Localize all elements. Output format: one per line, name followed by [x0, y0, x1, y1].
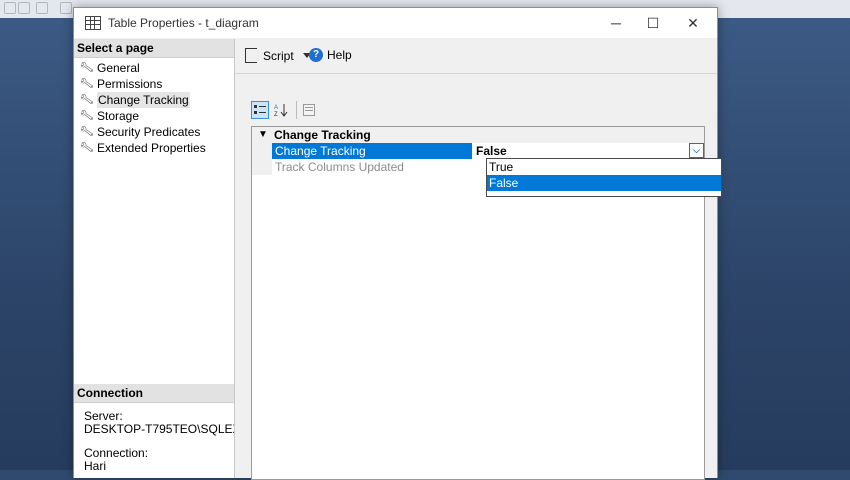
alphabetical-view-button[interactable]: A Z	[272, 101, 290, 119]
toolbar-glyph-icon	[4, 2, 16, 14]
wrench-icon: 🔧︎	[79, 60, 95, 75]
categorized-view-button[interactable]	[251, 101, 269, 119]
page-item-change-tracking[interactable]: 🔧︎ Change Tracking	[74, 92, 234, 108]
connection-header: Connection	[74, 384, 234, 403]
property-value-field[interactable]: False ⌵	[472, 143, 704, 159]
chevron-down-icon[interactable]: ▼	[252, 127, 274, 143]
background-area	[716, 18, 850, 470]
dropdown-chevron-icon[interactable]: ⌵	[689, 143, 704, 158]
page-item-label: Change Tracking	[97, 92, 190, 108]
dropdown-option-true[interactable]: True	[487, 159, 721, 175]
property-value: False	[476, 144, 507, 158]
dialog-toolbar: Script ? Help	[235, 39, 717, 74]
page-item-permissions[interactable]: 🔧︎ Permissions	[74, 76, 234, 92]
close-button[interactable]: ✕	[673, 12, 713, 34]
toolbar-divider	[296, 101, 297, 119]
wrench-icon: 🔧︎	[79, 124, 95, 139]
property-pages-button[interactable]	[300, 101, 318, 119]
page-item-label: Extended Properties	[97, 141, 206, 155]
left-pane: Select a page 🔧︎ General 🔧︎ Permissions …	[74, 39, 235, 478]
page-list: 🔧︎ General 🔧︎ Permissions 🔧︎ Change Trac…	[74, 60, 234, 156]
background-area	[0, 18, 73, 470]
table-properties-dialog: Table Properties - t_diagram ─ ☐ ✕ Selec…	[73, 7, 722, 480]
page-item-label: Storage	[97, 109, 140, 123]
property-grid: ▼ Change Tracking Change Tracking False …	[251, 126, 722, 480]
maximize-button[interactable]: ☐	[633, 12, 673, 34]
property-name: Change Tracking	[272, 143, 472, 159]
sort-alpha-icon: A Z	[274, 104, 288, 117]
property-name: Track Columns Updated	[275, 160, 404, 174]
page-item-extended-properties[interactable]: 🔧︎ Extended Properties	[74, 140, 234, 156]
categorized-icon	[254, 105, 266, 114]
property-pages-icon	[303, 104, 315, 116]
connection-details: Server: DESKTOP-T795TEO\SQLEXPRE Connect…	[84, 410, 234, 473]
help-label: Help	[327, 48, 352, 62]
property-grid-toolbar: A Z	[251, 100, 321, 120]
wrench-icon: 🔧︎	[79, 76, 95, 91]
connection-section: Connection	[74, 384, 234, 403]
window-title: Table Properties - t_diagram	[108, 16, 259, 30]
script-icon	[245, 48, 257, 63]
page-item-label: Permissions	[97, 77, 163, 91]
help-icon: ?	[309, 48, 323, 62]
minimize-button[interactable]: ─	[596, 12, 636, 34]
title-bar[interactable]: Table Properties - t_diagram ─ ☐ ✕	[74, 8, 717, 38]
help-button[interactable]: ? Help	[309, 48, 352, 62]
right-pane: Script ? Help A Z ▼ Change Tracking Chan…	[235, 39, 722, 480]
category-label: Change Tracking	[274, 128, 371, 142]
toolbar-glyph-icon	[36, 2, 48, 14]
script-button[interactable]: Script	[245, 48, 311, 63]
wrench-icon: 🔧︎	[79, 92, 95, 107]
page-item-storage[interactable]: 🔧︎ Storage	[74, 108, 234, 124]
script-label: Script	[263, 48, 294, 63]
page-item-security-predicates[interactable]: 🔧︎ Security Predicates	[74, 124, 234, 140]
svg-text:Z: Z	[274, 112, 278, 117]
select-page-header: Select a page	[74, 39, 234, 58]
property-row-change-tracking[interactable]: Change Tracking False ⌵	[252, 143, 704, 159]
page-item-label: General	[97, 61, 140, 75]
table-icon	[85, 16, 101, 30]
dropdown-option-false[interactable]: False	[487, 175, 721, 191]
toolbar-glyph-icon	[60, 2, 72, 14]
connection-value: Hari	[84, 459, 107, 473]
wrench-icon: 🔧︎	[79, 108, 95, 123]
svg-text:A: A	[274, 105, 278, 111]
wrench-icon: 🔧︎	[79, 140, 95, 155]
page-item-label: Security Predicates	[97, 125, 201, 139]
toolbar-glyph-icon	[18, 2, 30, 14]
connection-label: Connection:	[84, 446, 149, 460]
page-item-general[interactable]: 🔧︎ General	[74, 60, 234, 76]
dropdown-list: True False	[486, 158, 722, 197]
server-value: DESKTOP-T795TEO\SQLEXPRE	[84, 422, 234, 436]
category-row[interactable]: ▼ Change Tracking	[252, 127, 704, 143]
